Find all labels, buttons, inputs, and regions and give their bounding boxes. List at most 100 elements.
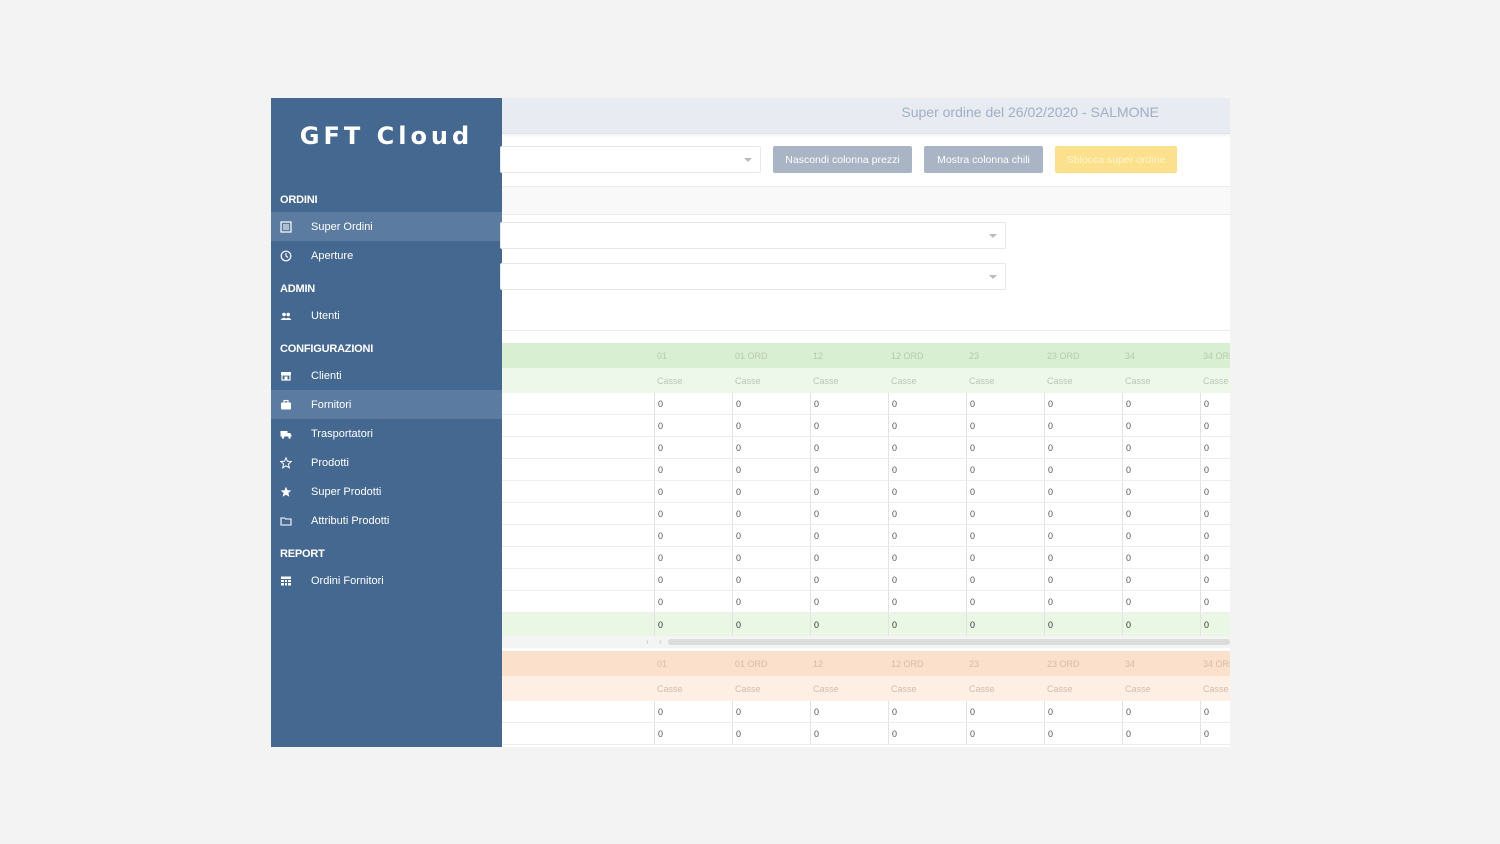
scrollbar-thumb[interactable] <box>668 639 1230 645</box>
table-row-cell[interactable]: 0 <box>1122 591 1200 612</box>
table-row-cell[interactable]: 0 <box>888 701 966 722</box>
table-row-cell[interactable]: 0 <box>1044 723 1122 744</box>
sidebar-item-trasportatori[interactable]: Trasportatori <box>271 419 502 448</box>
table-row-cell[interactable]: 0 <box>1122 503 1200 524</box>
table-row-cell[interactable]: 0 <box>1044 547 1122 568</box>
table-row-cell[interactable]: 0 <box>1122 547 1200 568</box>
table-row-cell[interactable]: 0 <box>966 503 1044 524</box>
table-row-cell[interactable]: 0 <box>966 547 1044 568</box>
table-row-cell[interactable]: 0 <box>966 569 1044 590</box>
table-row-cell[interactable]: 0 <box>966 723 1044 744</box>
table-row-cell[interactable]: 0 <box>1200 591 1230 612</box>
table-row-cell[interactable]: 0 <box>1122 723 1200 744</box>
table-row-cell[interactable]: 0 <box>1044 481 1122 502</box>
table-row-cell[interactable]: 0 <box>1122 393 1200 414</box>
table-row-cell[interactable]: 0 <box>732 393 810 414</box>
table-row-cell[interactable]: 0 <box>810 569 888 590</box>
scroll-right-arrow-icon[interactable]: › <box>646 636 649 648</box>
table-row-cell[interactable]: 0 <box>654 503 732 524</box>
table-row-cell[interactable]: 0 <box>966 459 1044 480</box>
table-row-cell[interactable]: 0 <box>732 525 810 546</box>
table-row-cell[interactable]: 0 <box>810 459 888 480</box>
table-row-cell[interactable]: 0 <box>1200 547 1230 568</box>
table-row-cell[interactable]: 0 <box>732 503 810 524</box>
table-row-cell[interactable]: 0 <box>810 437 888 458</box>
table-row-cell[interactable]: 0 <box>732 569 810 590</box>
table-row-cell[interactable]: 0 <box>1044 503 1122 524</box>
table-row-cell[interactable]: 0 <box>732 547 810 568</box>
table-row-cell[interactable]: 0 <box>966 481 1044 502</box>
table-row-cell[interactable]: 0 <box>1122 525 1200 546</box>
table-row-cell[interactable]: 0 <box>654 591 732 612</box>
table-row-cell[interactable]: 0 <box>810 723 888 744</box>
table-row-cell[interactable]: 0 <box>966 701 1044 722</box>
table-row-cell[interactable]: 0 <box>732 591 810 612</box>
table-row-cell[interactable]: 0 <box>1044 701 1122 722</box>
table-row-cell[interactable]: 0 <box>732 415 810 436</box>
table-row-cell[interactable]: 0 <box>1200 437 1230 458</box>
table-row-cell[interactable]: 0 <box>810 481 888 502</box>
table-row-cell[interactable]: 0 <box>966 591 1044 612</box>
table-row-cell[interactable]: 0 <box>1200 459 1230 480</box>
table-row-cell[interactable]: 0 <box>1122 415 1200 436</box>
table-row-cell[interactable]: 0 <box>654 701 732 722</box>
table-row-cell[interactable]: 0 <box>1200 723 1230 744</box>
filter-select-1[interactable] <box>500 222 1006 249</box>
table-row-cell[interactable]: 0 <box>1122 701 1200 722</box>
show-kilos-button[interactable]: Mostra colonna chili <box>924 146 1043 173</box>
table-row-cell[interactable]: 0 <box>1044 591 1122 612</box>
table-row-cell[interactable]: 0 <box>1044 393 1122 414</box>
table-row-cell[interactable]: 0 <box>1200 393 1230 414</box>
table-row-cell[interactable]: 0 <box>1200 525 1230 546</box>
table-row-cell[interactable]: 0 <box>1200 415 1230 436</box>
table-row-cell[interactable]: 0 <box>810 701 888 722</box>
table-row-cell[interactable]: 0 <box>654 525 732 546</box>
table-row-cell[interactable]: 0 <box>966 437 1044 458</box>
table-row-cell[interactable]: 0 <box>810 503 888 524</box>
table-row-cell[interactable]: 0 <box>888 415 966 436</box>
table-row-cell[interactable]: 0 <box>1044 525 1122 546</box>
table-row-cell[interactable]: 0 <box>810 591 888 612</box>
table-row-cell[interactable]: 0 <box>1200 481 1230 502</box>
table-row-cell[interactable]: 0 <box>654 393 732 414</box>
table-row-cell[interactable]: 0 <box>810 547 888 568</box>
sidebar-item-aperture[interactable]: Aperture <box>271 241 502 270</box>
sidebar-item-prodotti[interactable]: Prodotti <box>271 448 502 477</box>
table-row-cell[interactable]: 0 <box>888 503 966 524</box>
unlock-super-order-button[interactable]: Sblocca super ordine <box>1055 146 1177 173</box>
table-row-cell[interactable]: 0 <box>888 547 966 568</box>
table-row-cell[interactable]: 0 <box>1200 569 1230 590</box>
table-row-cell[interactable]: 0 <box>888 525 966 546</box>
table-row-cell[interactable]: 0 <box>888 481 966 502</box>
product-select[interactable] <box>500 146 761 173</box>
table-row-cell[interactable]: 0 <box>1122 481 1200 502</box>
table-row-cell[interactable]: 0 <box>654 415 732 436</box>
table-row-cell[interactable]: 0 <box>888 459 966 480</box>
table-row-cell[interactable]: 0 <box>966 415 1044 436</box>
table-row-cell[interactable]: 0 <box>1122 459 1200 480</box>
sidebar-item-fornitori[interactable]: Fornitori <box>271 390 502 419</box>
scroll-left-arrow-icon[interactable]: ‹ <box>659 636 662 648</box>
table-row-cell[interactable]: 0 <box>888 723 966 744</box>
sidebar-item-super-ordini[interactable]: Super Ordini <box>271 212 502 241</box>
horizontal-scrollbar[interactable]: › ‹ <box>502 636 1230 648</box>
table-row-cell[interactable]: 0 <box>654 437 732 458</box>
table-row-cell[interactable]: 0 <box>1044 415 1122 436</box>
table-row-cell[interactable]: 0 <box>654 723 732 744</box>
table-row-cell[interactable]: 0 <box>966 393 1044 414</box>
table-row-cell[interactable]: 0 <box>888 393 966 414</box>
sidebar-item-clienti[interactable]: Clienti <box>271 361 502 390</box>
table-row-cell[interactable]: 0 <box>810 525 888 546</box>
table-row-cell[interactable]: 0 <box>810 415 888 436</box>
table-row-cell[interactable]: 0 <box>888 569 966 590</box>
table-row-cell[interactable]: 0 <box>1044 569 1122 590</box>
table-row-cell[interactable]: 0 <box>1122 437 1200 458</box>
table-row-cell[interactable]: 0 <box>810 393 888 414</box>
table-row-cell[interactable]: 0 <box>654 547 732 568</box>
table-row-cell[interactable]: 0 <box>1044 437 1122 458</box>
sidebar-item-ordini-fornitori[interactable]: Ordini Fornitori <box>271 566 502 595</box>
table-row-cell[interactable]: 0 <box>1122 569 1200 590</box>
table-row-cell[interactable]: 0 <box>732 723 810 744</box>
hide-prices-button[interactable]: Nascondi colonna prezzi <box>773 146 912 173</box>
table-row-cell[interactable]: 0 <box>654 459 732 480</box>
